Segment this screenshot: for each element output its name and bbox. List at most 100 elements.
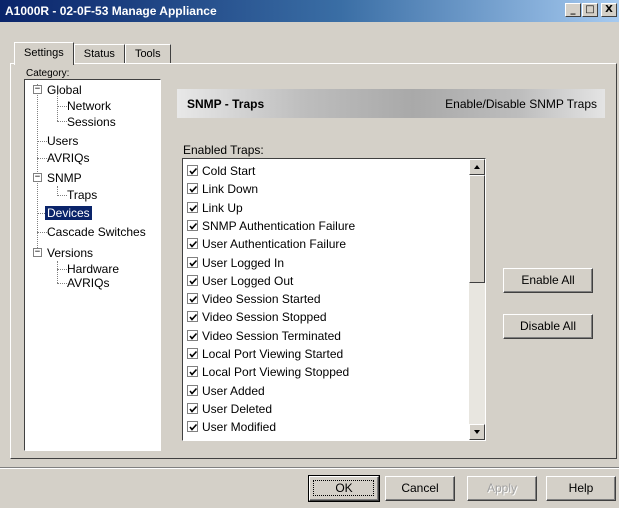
tree-line xyxy=(57,94,58,121)
trap-item[interactable]: User Modified xyxy=(187,419,276,435)
category-tree[interactable]: − − − Global Network Sessions Users AVRI… xyxy=(24,79,161,451)
vertical-scrollbar[interactable] xyxy=(469,159,485,440)
trap-checkbox[interactable] xyxy=(187,201,198,213)
trap-checkbox[interactable] xyxy=(187,366,198,378)
trap-item[interactable]: Local Port Viewing Stopped xyxy=(187,364,349,380)
collapse-icon[interactable]: − xyxy=(33,173,42,182)
tree-item-cascade-switches[interactable]: Cascade Switches xyxy=(47,225,146,239)
trap-checkbox[interactable] xyxy=(187,311,198,323)
checkmark-icon xyxy=(189,241,198,248)
checkmark-icon xyxy=(189,167,198,175)
collapse-icon[interactable]: − xyxy=(33,85,42,94)
scroll-thumb[interactable] xyxy=(469,175,485,283)
tab-settings[interactable]: Settings xyxy=(14,42,74,65)
checkmark-icon xyxy=(189,332,198,340)
tree-line xyxy=(57,269,67,270)
trap-label: User Modified xyxy=(202,420,277,435)
checkmark-icon xyxy=(189,186,198,194)
trap-label: Cold Start xyxy=(202,164,256,178)
maximize-button[interactable]: □ xyxy=(582,3,598,17)
trap-label: Link Up xyxy=(202,200,243,215)
trap-checkbox[interactable] xyxy=(187,238,198,250)
trap-label: Link Down xyxy=(202,182,259,197)
disable-all-button[interactable]: Disable All xyxy=(503,314,593,339)
trap-label: User Logged Out xyxy=(202,273,294,288)
trap-checkbox[interactable] xyxy=(187,219,198,231)
help-button[interactable]: Help xyxy=(546,476,616,501)
trap-item[interactable]: User Authentication Failure xyxy=(187,236,346,252)
trap-checkbox[interactable] xyxy=(187,293,198,305)
checkmark-icon xyxy=(189,405,198,413)
tree-item-devices[interactable]: Devices xyxy=(45,206,92,220)
tree-item-snmp[interactable]: SNMP xyxy=(47,171,82,185)
checkmark-icon xyxy=(189,259,198,267)
tree-line xyxy=(57,106,67,107)
tab-status[interactable]: Status xyxy=(73,44,125,64)
tree-item-sessions[interactable]: Sessions xyxy=(67,115,116,129)
trap-checkbox[interactable] xyxy=(187,165,198,176)
scroll-up-button[interactable] xyxy=(469,159,485,175)
trap-item[interactable]: SNMP Authentication Failure xyxy=(187,218,355,234)
trap-checkbox[interactable] xyxy=(187,402,198,414)
tree-item-global[interactable]: Global xyxy=(47,83,82,97)
trap-checkbox[interactable] xyxy=(187,329,198,341)
checkmark-icon xyxy=(189,369,198,377)
trap-item[interactable]: Link Down xyxy=(187,181,258,197)
checkmark-icon xyxy=(189,424,198,431)
title-bar[interactable]: A1000R - 02-0F-53 Manage Appliance _ □ X xyxy=(0,0,619,22)
trap-checkbox[interactable] xyxy=(187,348,198,359)
trap-checkbox[interactable] xyxy=(187,274,198,286)
trap-checkbox[interactable] xyxy=(187,256,198,268)
trap-checkbox[interactable] xyxy=(187,183,198,195)
trap-label: User Authentication Failure xyxy=(202,237,347,252)
checkmark-icon xyxy=(189,277,198,285)
checkmark-icon xyxy=(189,387,198,395)
trap-label: Local Port Viewing Stopped xyxy=(202,365,350,380)
focus-ring xyxy=(313,480,374,496)
checkmark-icon xyxy=(189,204,198,212)
tree-line xyxy=(37,141,47,142)
arrow-up-icon xyxy=(474,165,480,169)
section-header: SNMP - Traps Enable/Disable SNMP Traps xyxy=(177,89,605,118)
tree-line xyxy=(37,84,38,254)
apply-button[interactable]: Apply xyxy=(467,476,537,501)
tree-item-hardware[interactable]: Hardware xyxy=(67,262,119,276)
close-button[interactable]: X xyxy=(601,3,617,17)
tab-tools[interactable]: Tools xyxy=(124,44,171,64)
trap-checkbox[interactable] xyxy=(187,421,198,433)
trap-item[interactable]: User Logged Out xyxy=(187,273,293,289)
trap-item[interactable]: Cold Start xyxy=(187,163,255,179)
trap-label: Video Session Stopped xyxy=(202,310,327,325)
minimize-button[interactable]: _ xyxy=(565,3,581,17)
arrow-down-icon xyxy=(474,430,480,434)
checkmark-icon xyxy=(189,314,198,322)
ok-button[interactable]: OK xyxy=(308,475,380,502)
trap-item[interactable]: User Deleted xyxy=(187,401,272,417)
tree-item-users[interactable]: Users xyxy=(47,134,78,148)
trap-item[interactable]: Link Up xyxy=(187,200,243,216)
trap-item[interactable]: Local Port Viewing Started xyxy=(187,346,343,362)
trap-item[interactable]: Video Session Stopped xyxy=(187,309,327,325)
scroll-down-button[interactable] xyxy=(469,424,485,440)
traps-list[interactable]: Cold Start Link Down Link Up SNMP Authentic… xyxy=(182,158,486,441)
collapse-icon[interactable]: − xyxy=(33,248,42,257)
trap-item[interactable]: User Logged In xyxy=(187,255,284,271)
cancel-button[interactable]: Cancel xyxy=(385,476,455,501)
trap-item[interactable]: Video Session Started xyxy=(187,291,321,307)
trap-item[interactable]: User Added xyxy=(187,383,265,399)
enable-all-button[interactable]: Enable All xyxy=(503,268,593,293)
tree-item-avriqs-versions[interactable]: AVRIQs xyxy=(67,276,109,290)
tree-item-network[interactable]: Network xyxy=(67,99,111,113)
tree-line xyxy=(57,261,58,283)
trap-label: Local Port Viewing Started xyxy=(202,347,344,361)
trap-checkbox[interactable] xyxy=(187,384,198,396)
trap-item[interactable]: Video Session Terminated xyxy=(187,328,341,344)
checkmark-icon xyxy=(189,296,198,303)
trap-label: User Added xyxy=(202,383,265,398)
tree-item-versions[interactable]: Versions xyxy=(47,246,93,260)
section-subtitle: Enable/Disable SNMP Traps xyxy=(445,97,597,111)
tree-item-avriqs[interactable]: AVRIQs xyxy=(47,151,89,165)
category-label: Category: xyxy=(26,68,70,79)
footer-separator xyxy=(0,467,619,469)
tree-item-traps[interactable]: Traps xyxy=(67,188,97,202)
